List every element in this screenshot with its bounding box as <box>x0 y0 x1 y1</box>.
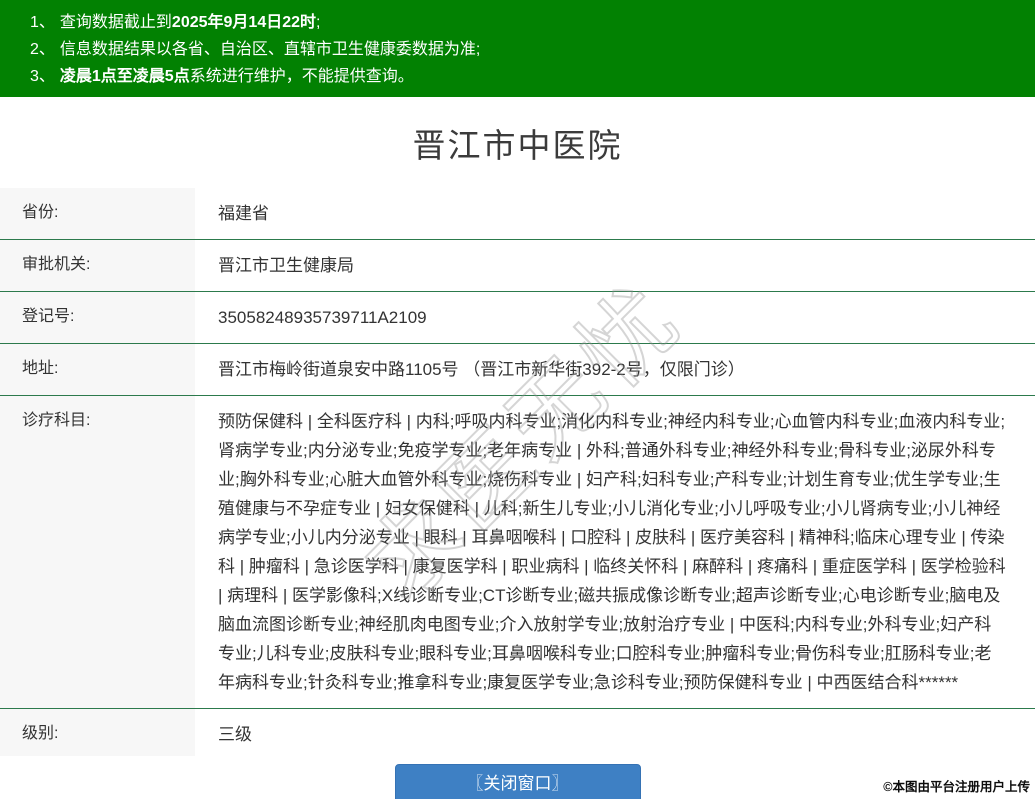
row-label: 地址: <box>0 344 195 395</box>
notice-text: ; <box>316 14 321 31</box>
footer-note: ©本图由平台注册用户上传 <box>883 780 1030 794</box>
row-value: 预防保健科 | 全科医疗科 | 内科;呼吸内科专业;消化内科专业;神经内科专业;… <box>195 396 1035 708</box>
notice-line-3: 3、 凌晨1点至凌晨5点系统进行维护，不能提供查询。 <box>30 63 1015 90</box>
row-label: 诊疗科目: <box>0 396 195 708</box>
notice-number: 3、 <box>30 68 55 85</box>
row-value: 35058248935739711A2109 <box>195 292 1035 343</box>
page-title: 晋江市中医院 <box>412 126 623 164</box>
notice-line-2: 2、 信息数据结果以各省、自治区、直辖市卫生健康委数据为准; <box>30 36 1015 63</box>
table-row-registration-number: 登记号: 35058248935739711A2109 <box>0 291 1035 343</box>
notice-banner: 1、 查询数据截止到2025年9月14日22时; 2、 信息数据结果以各省、自治区、… <box>0 0 1035 97</box>
row-value: 晋江市梅岭街道泉安中路1105号 （晋江市新华街392-2号，仅限门诊） <box>195 344 1035 395</box>
close-window-button[interactable]: 〖关闭窗口〗 <box>394 764 641 799</box>
hospital-info-table: 省份: 福建省 审批机关: 晋江市卫生健康局 登记号: 350582489357… <box>0 188 1035 799</box>
query-result-page: 1、 查询数据截止到2025年9月14日22时; 2、 信息数据结果以各省、自治区、… <box>0 0 1035 799</box>
notice-text-bold: 凌晨1点至凌晨5点 <box>59 68 190 85</box>
table-row-medical-subjects: 诊疗科目: 预防保健科 | 全科医疗科 | 内科;呼吸内科专业;消化内科专业;神… <box>0 395 1035 708</box>
row-label: 级别: <box>0 709 195 760</box>
table-row-address: 地址: 晋江市梅岭街道泉安中路1105号 （晋江市新华街392-2号，仅限门诊） <box>0 343 1035 395</box>
notice-number: 2、 <box>30 41 55 58</box>
row-label: 审批机关: <box>0 240 195 291</box>
notice-text-bold: 2025年9月14日22时 <box>171 14 317 31</box>
row-value: 三级 <box>195 709 1035 760</box>
notice-text: 系统进行维护，不能提供查询。 <box>189 68 414 85</box>
notice-number: 1、 <box>30 14 55 31</box>
row-label: 登记号: <box>0 292 195 343</box>
bottom-bar: 〖关闭窗口〗 <box>0 756 1035 799</box>
row-label: 省份: <box>0 188 195 239</box>
notice-text: 查询数据截止到 <box>59 14 172 31</box>
row-value: 福建省 <box>195 188 1035 239</box>
table-row-approval-authority: 审批机关: 晋江市卫生健康局 <box>0 239 1035 291</box>
table-row-province: 省份: 福建省 <box>0 188 1035 239</box>
row-value: 晋江市卫生健康局 <box>195 240 1035 291</box>
title-wrap: 晋江市中医院 <box>0 97 1035 188</box>
table-row-level: 级别: 三级 <box>0 708 1035 760</box>
notice-line-1: 1、 查询数据截止到2025年9月14日22时; <box>30 9 1015 36</box>
notice-text: 信息数据结果以各省、自治区、直辖市卫生健康委数据为准; <box>59 41 481 58</box>
